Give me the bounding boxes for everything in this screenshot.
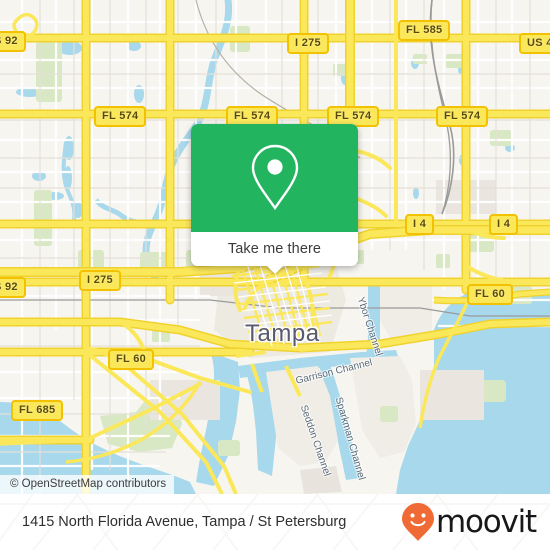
road-shield-us-92-north[interactable]: S 92 [0,31,26,52]
poi-card-pointer [265,265,284,274]
map-pin-icon [251,144,298,211]
moovit-smiley-pin-icon [401,503,434,541]
take-me-there-button[interactable]: Take me there [191,232,358,274]
poi-card-header [191,124,358,232]
road-shield-i-275-north[interactable]: I 275 [287,33,329,54]
road-shield-fl-685[interactable]: FL 685 [11,400,64,421]
moovit-wordmark: moovit [435,503,537,540]
road-shield-fl-574-a[interactable]: FL 574 [94,106,147,127]
footer-bar: 1415 North Florida Avenue, Tampa / St Pe… [0,494,550,550]
road-shield-fl-60-east[interactable]: FL 60 [467,284,514,305]
moovit-logo[interactable]: moovit [401,502,537,542]
footer-address-text: 1415 North Florida Avenue, Tampa / St Pe… [22,514,347,530]
poi-popup-card[interactable]: Take me there [191,124,358,274]
road-shield-fl-60-west[interactable]: FL 60 [108,349,155,370]
road-shield-fl-585[interactable]: FL 585 [398,20,451,41]
road-shield-i-4-a[interactable]: I 4 [405,214,435,235]
road-shield-i-275-south[interactable]: I 275 [79,270,121,291]
take-me-there-label: Take me there [227,241,322,257]
road-shield-us-92-south[interactable]: S 92 [0,277,26,298]
road-shield-i-4-b[interactable]: I 4 [489,214,519,235]
osm-attribution[interactable]: © OpenStreetMap contributors [0,475,175,494]
map-canvas[interactable]: Tampa Ybor Channel Garrison Channel Spar… [0,0,550,494]
road-shield-us-41[interactable]: US 41 [519,33,550,54]
road-shield-fl-574-d[interactable]: FL 574 [436,106,489,127]
